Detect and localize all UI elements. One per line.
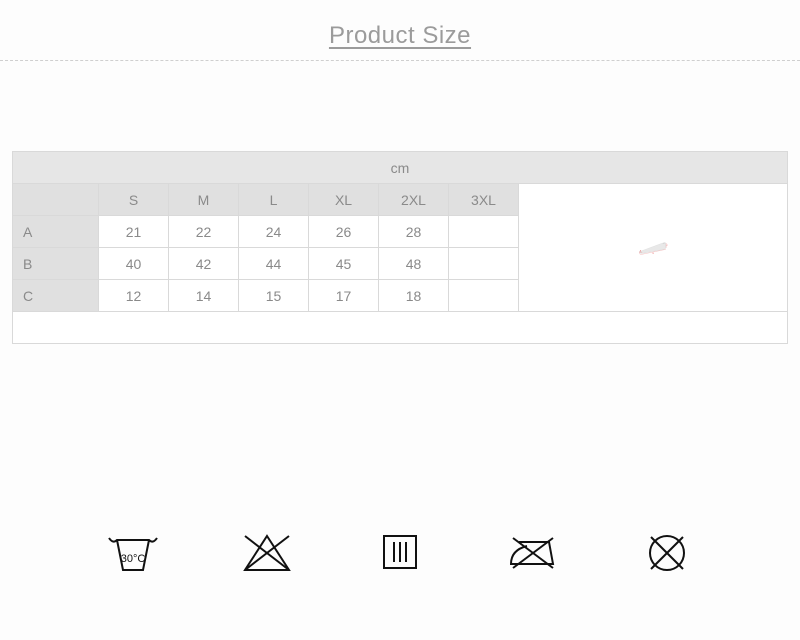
col-l: L (239, 184, 309, 216)
cell: 28 (379, 216, 449, 248)
col-3xl: 3XL (449, 184, 519, 216)
size-table-container: cm S M L XL 2XL 3XL A (12, 151, 788, 344)
cell: 26 (309, 216, 379, 248)
table-bottom-row (13, 312, 788, 344)
measurement-diagram: A B C (519, 184, 788, 312)
cell: 48 (379, 248, 449, 280)
col-2xl: 2XL (379, 184, 449, 216)
row-a: A (13, 216, 99, 248)
cell (449, 248, 519, 280)
cell: 45 (309, 248, 379, 280)
size-table: cm S M L XL 2XL 3XL A (12, 151, 788, 344)
row-b: B (13, 248, 99, 280)
cell: 15 (239, 280, 309, 312)
cell: 14 (169, 280, 239, 312)
cell: 40 (99, 248, 169, 280)
cell: 22 (169, 216, 239, 248)
cell: 24 (239, 216, 309, 248)
diagram-label-c: C (667, 244, 669, 246)
care-instructions-row: 30°C (0, 526, 800, 580)
cell: 44 (239, 248, 309, 280)
svg-text:30°C: 30°C (121, 553, 146, 565)
cell (449, 216, 519, 248)
diagram-label-b: B (653, 252, 654, 254)
wash-30c-icon: 30°C (103, 526, 163, 580)
cell: 17 (309, 280, 379, 312)
do-not-iron-icon (503, 526, 563, 580)
col-m: M (169, 184, 239, 216)
row-c: C (13, 280, 99, 312)
tumble-dry-icon (370, 526, 430, 580)
cell: 42 (169, 248, 239, 280)
cell: 21 (99, 216, 169, 248)
corner-cell (13, 184, 99, 216)
col-s: S (99, 184, 169, 216)
arm-sleeve-diagram-svg: A B C (525, 237, 781, 256)
unit-header: cm (13, 152, 788, 184)
cell: 18 (379, 280, 449, 312)
col-xl: XL (309, 184, 379, 216)
cell (449, 280, 519, 312)
divider-top (0, 60, 800, 61)
page-title: Product Size (329, 22, 471, 50)
do-not-dry-clean-icon (637, 526, 697, 580)
do-not-bleach-icon (237, 526, 297, 580)
cell: 12 (99, 280, 169, 312)
